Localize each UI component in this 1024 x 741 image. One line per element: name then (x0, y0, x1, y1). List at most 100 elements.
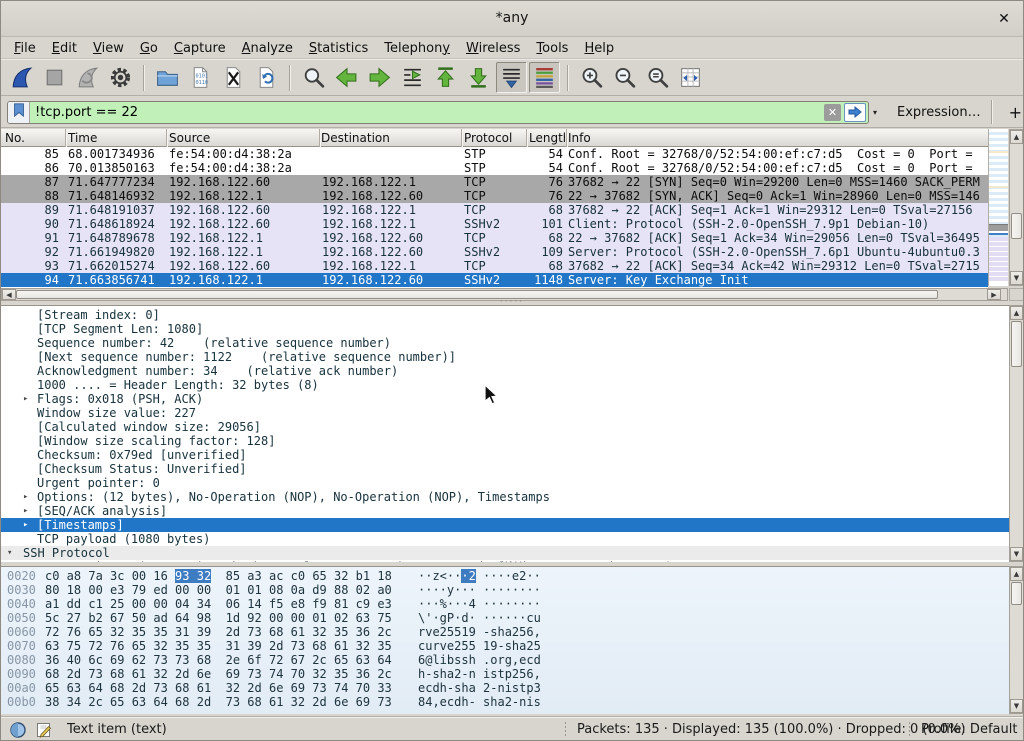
scroll-down-button[interactable]: ▼ (1010, 271, 1023, 285)
add-filter-button[interactable]: + (1003, 103, 1024, 122)
auto-scroll-button[interactable] (496, 62, 527, 93)
go-last-button[interactable] (463, 62, 494, 93)
column-header-info[interactable]: Info (568, 131, 591, 145)
packet-row-94[interactable]: 9471.663856741192.168.122.1192.168.122.6… (1, 273, 988, 287)
zoom-in-button[interactable] (576, 62, 607, 93)
capture-comment-icon[interactable] (35, 721, 53, 741)
filter-history-dropdown[interactable]: ▾ (869, 108, 881, 117)
capture-options-button[interactable] (105, 62, 136, 93)
detail-line[interactable]: Sequence number: 42 (relative sequence n… (1, 336, 1009, 350)
expand-triangle-icon[interactable]: ▸ (23, 490, 28, 504)
packet-row-91[interactable]: 9171.648789678192.168.122.1192.168.122.6… (1, 231, 988, 245)
column-header-destination[interactable]: Destination (321, 131, 390, 145)
detail-line[interactable]: 1000 .... = Header Length: 32 bytes (8) (1, 378, 1009, 392)
detail-line[interactable]: [Checksum Status: Unverified] (1, 462, 1009, 476)
scroll-up-button[interactable]: ▲ (1010, 567, 1023, 581)
packet-row-92[interactable]: 9271.661949820192.168.122.1192.168.122.6… (1, 245, 988, 259)
expand-triangle-icon[interactable]: ▸ (23, 518, 28, 532)
detail-line[interactable]: TCP payload (1080 bytes) (1, 532, 1009, 546)
scroll-thumb[interactable] (1011, 321, 1022, 367)
detail-line[interactable]: [Calculated window size: 29056] (1, 420, 1009, 434)
collapse-triangle-icon[interactable]: ▾ (7, 546, 12, 560)
zoom-out-button[interactable] (609, 62, 640, 93)
packet-list-vscrollbar[interactable]: ▲ ▼ (1009, 129, 1024, 286)
hex-row-00b0[interactable]: 00b038 34 2c 65 63 64 68 2d 73 68 61 32 … (1, 695, 1009, 709)
packet-row-90[interactable]: 9071.648618924192.168.122.60192.168.122.… (1, 217, 988, 231)
detail-line[interactable]: Window size value: 227 (1, 406, 1009, 420)
detail-line[interactable]: ▸Options: (12 bytes), No-Operation (NOP)… (1, 490, 1009, 504)
scroll-left-button[interactable]: ◀ (2, 289, 16, 300)
expression-button[interactable]: Expression… (897, 105, 981, 120)
detail-line[interactable]: Urgent pointer: 0 (1, 476, 1009, 490)
column-header-source[interactable]: Source (169, 131, 210, 145)
column-header-no[interactable]: No. (5, 131, 61, 145)
filter-apply-button[interactable] (844, 103, 866, 122)
scroll-up-button[interactable]: ▲ (1010, 130, 1023, 144)
scroll-thumb[interactable] (16, 290, 938, 299)
packet-row-87[interactable]: 8771.647777234192.168.122.60192.168.122.… (1, 175, 988, 189)
expand-triangle-icon[interactable]: ▸ (23, 504, 28, 518)
menu-file[interactable]: File (6, 40, 44, 57)
hex-row-0090[interactable]: 009068 2d 73 68 61 32 2d 6e 69 73 74 70 … (1, 667, 1009, 681)
detail-line[interactable]: [TCP Segment Len: 1080] (1, 322, 1009, 336)
detail-line[interactable]: [Stream index: 0] (1, 308, 1009, 322)
column-divider[interactable] (526, 129, 527, 147)
detail-line[interactable]: ▸[Timestamps] (1, 518, 1009, 532)
detail-line[interactable]: ▸[SEQ/ACK analysis] (1, 504, 1009, 518)
hex-vscrollbar[interactable]: ▲ ▼ (1009, 566, 1024, 714)
hex-row-0080[interactable]: 008036 40 6c 69 62 73 73 68 2e 6f 72 67 … (1, 653, 1009, 667)
menu-tools[interactable]: Tools (528, 40, 576, 57)
capture-restart-button[interactable] (72, 62, 103, 93)
hex-row-00a0[interactable]: 00a065 63 64 68 2d 73 68 61 32 2d 6e 69 … (1, 681, 1009, 695)
capture-stop-button[interactable] (39, 62, 70, 93)
scroll-thumb[interactable] (1011, 582, 1022, 605)
capture-start-button[interactable] (6, 62, 37, 93)
go-to-packet-button[interactable] (397, 62, 428, 93)
packet-row-88[interactable]: 8871.648146932192.168.122.1192.168.122.6… (1, 189, 988, 203)
menu-view[interactable]: View (85, 40, 132, 57)
go-back-button[interactable] (331, 62, 362, 93)
hex-row-0020[interactable]: 0020c0 a8 7a 3c 00 16 93 32 85 a3 ac c0 … (1, 569, 1009, 583)
detail-line[interactable]: ▸Flags: 0x018 (PSH, ACK) (1, 392, 1009, 406)
filter-clear-button[interactable]: ✕ (824, 104, 841, 121)
expand-triangle-icon[interactable]: ▸ (23, 392, 28, 406)
packet-minimap[interactable] (988, 129, 1008, 286)
file-open-button[interactable] (152, 62, 183, 93)
menu-statistics[interactable]: Statistics (301, 40, 376, 57)
colorize-button[interactable] (529, 62, 560, 93)
column-header-time[interactable]: Time (68, 131, 97, 145)
file-reload-button[interactable] (251, 62, 282, 93)
details-vscrollbar[interactable]: ▲ ▼ (1009, 305, 1024, 562)
column-divider[interactable] (166, 129, 167, 147)
scroll-down-button[interactable]: ▼ (1010, 699, 1023, 713)
go-forward-button[interactable] (364, 62, 395, 93)
column-divider[interactable] (566, 129, 567, 147)
menu-capture[interactable]: Capture (166, 40, 234, 57)
hex-row-0040[interactable]: 0040a1 dd c1 25 00 00 04 34 06 14 f5 e8 … (1, 597, 1009, 611)
column-divider[interactable] (65, 129, 66, 147)
hex-row-0050[interactable]: 00505c 27 b2 67 50 ad 64 98 1d 92 00 00 … (1, 611, 1009, 625)
file-save-button[interactable]: 01010110 (185, 62, 216, 93)
expert-info-icon[interactable] (9, 721, 27, 741)
packet-row-86[interactable]: 8670.013850163fe:54:00:d4:38:2aSTP54Conf… (1, 161, 988, 175)
find-packet-button[interactable] (298, 62, 329, 93)
detail-line[interactable]: Checksum: 0x79ed [unverified] (1, 448, 1009, 462)
detail-line[interactable]: [Window size scaling factor: 128] (1, 434, 1009, 448)
column-header-protocol[interactable]: Protocol (464, 131, 512, 145)
scroll-right-button[interactable]: ▶ (987, 289, 1001, 300)
menu-analyze[interactable]: Analyze (234, 40, 301, 57)
hex-row-0070[interactable]: 007063 75 72 76 65 32 35 35 31 39 2d 73 … (1, 639, 1009, 653)
menu-wireless[interactable]: Wireless (458, 40, 528, 57)
filter-bookmark-button[interactable] (8, 102, 30, 123)
column-divider[interactable] (319, 129, 320, 147)
menu-telephony[interactable]: Telephony (376, 40, 458, 57)
detail-line[interactable]: [Next sequence number: 1122 (relative se… (1, 350, 1009, 364)
packet-row-89[interactable]: 8971.648191037192.168.122.60192.168.122.… (1, 203, 988, 217)
zoom-100-button[interactable] (642, 62, 673, 93)
scroll-thumb[interactable] (1011, 213, 1022, 239)
menu-help[interactable]: Help (576, 40, 622, 57)
hex-row-0060[interactable]: 006072 76 65 32 35 35 31 39 2d 73 68 61 … (1, 625, 1009, 639)
menu-go[interactable]: Go (132, 40, 166, 57)
hex-row-0030[interactable]: 003080 18 00 e3 79 ed 00 00 01 01 08 0a … (1, 583, 1009, 597)
packet-row-85[interactable]: 8568.001734936fe:54:00:d4:38:2aSTP54Conf… (1, 147, 988, 161)
